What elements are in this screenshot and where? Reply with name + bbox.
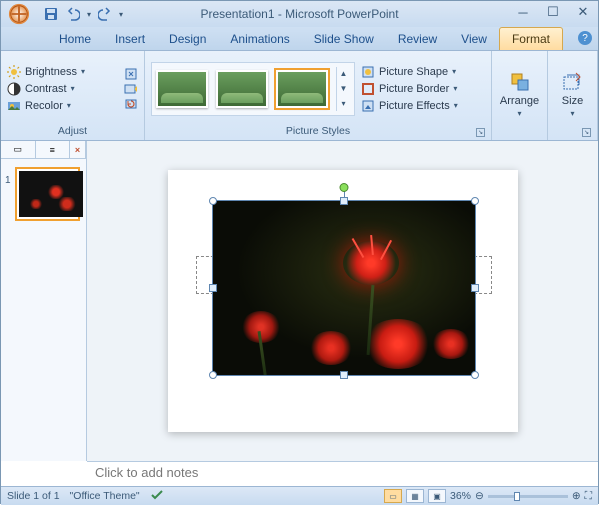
pane-close-icon[interactable]: × <box>70 141 86 158</box>
tab-view[interactable]: View <box>449 28 499 50</box>
size-button[interactable]: Size▾ <box>554 71 591 118</box>
redo-icon[interactable] <box>97 6 113 22</box>
notes-pane[interactable]: Click to add notes <box>87 461 598 486</box>
slide-canvas[interactable] <box>87 141 598 461</box>
arrange-icon <box>509 71 531 93</box>
resize-handle-e[interactable] <box>471 284 479 292</box>
tab-animations[interactable]: Animations <box>218 28 301 50</box>
maximize-button[interactable]: ☐ <box>538 1 568 23</box>
normal-view-button[interactable]: ▭ <box>384 489 402 503</box>
tab-insert[interactable]: Insert <box>103 28 157 50</box>
brightness-button[interactable]: Brightness▾ <box>7 64 85 80</box>
tab-format[interactable]: Format <box>499 27 563 50</box>
resize-handle-w[interactable] <box>209 284 217 292</box>
window-title: Presentation1 - Microsoft PowerPoint <box>200 7 398 21</box>
gallery-scroll[interactable]: ▲▼▾ <box>336 67 350 111</box>
picture-shape-button[interactable]: Picture Shape▾ <box>361 64 458 80</box>
group-label-adjust: Adjust <box>7 124 138 138</box>
contrast-button[interactable]: Contrast▾ <box>7 81 75 97</box>
status-theme: "Office Theme" <box>70 490 140 502</box>
zoom-level[interactable]: 36% <box>450 490 471 502</box>
tab-slideshow[interactable]: Slide Show <box>302 28 386 50</box>
picture-border-label: Picture Border <box>379 83 449 95</box>
style-thumb-3[interactable] <box>276 70 328 108</box>
slides-pane: ▭ ≡ × 1 <box>1 141 87 461</box>
spellcheck-icon[interactable] <box>150 489 164 504</box>
resize-handle-s[interactable] <box>340 371 348 379</box>
change-picture-icon[interactable] <box>124 82 138 96</box>
slide-thumbnail-1[interactable] <box>15 167 80 221</box>
style-thumb-2[interactable] <box>216 70 268 108</box>
outline-tab-icon[interactable]: ≡ <box>36 141 71 158</box>
tab-review[interactable]: Review <box>386 28 449 50</box>
picture-effects-icon <box>361 99 375 113</box>
zoom-out-button[interactable]: ⊖ <box>475 490 484 502</box>
close-button[interactable]: ✕ <box>568 1 598 23</box>
help-icon[interactable]: ? <box>578 31 592 45</box>
ribbon: Brightness▾ Contrast▾ Recolor▾ Adjust <box>1 51 598 141</box>
size-dialog-launcher[interactable]: ↘ <box>582 128 591 137</box>
size-icon <box>562 71 584 93</box>
contrast-icon <box>7 82 21 96</box>
save-icon[interactable] <box>43 6 59 22</box>
title-bar: ▾ ▾ Presentation1 - Microsoft PowerPoint… <box>1 1 598 27</box>
slide <box>168 170 518 432</box>
recolor-icon <box>7 99 21 113</box>
tab-design[interactable]: Design <box>157 28 218 50</box>
brightness-label: Brightness <box>25 66 77 78</box>
quick-access-toolbar: ▾ ▾ <box>37 6 123 22</box>
workspace: ▭ ≡ × 1 <box>1 141 598 461</box>
tab-home[interactable]: Home <box>47 28 103 50</box>
group-adjust: Brightness▾ Contrast▾ Recolor▾ Adjust <box>1 51 145 140</box>
slides-tab-icon[interactable]: ▭ <box>1 141 36 158</box>
minimize-button[interactable]: ─ <box>508 1 538 23</box>
qat-customize-icon[interactable]: ▾ <box>119 10 123 19</box>
slideshow-view-button[interactable]: ▣ <box>428 489 446 503</box>
group-size: Size▾ ↘ <box>548 51 598 140</box>
group-picture-styles: ▲▼▾ Picture Shape▾ Picture Border▾ Pictu… <box>145 51 492 140</box>
resize-handle-se[interactable] <box>471 371 479 379</box>
picture-border-button[interactable]: Picture Border▾ <box>361 81 458 97</box>
office-button[interactable] <box>1 1 37 27</box>
reset-picture-icon[interactable] <box>124 97 138 111</box>
arrange-button[interactable]: Arrange▾ <box>498 71 541 118</box>
arrange-label: Arrange <box>500 95 539 107</box>
compress-pictures-icon[interactable] <box>124 67 138 81</box>
zoom-slider[interactable] <box>488 495 568 498</box>
zoom-in-button[interactable]: ⊕ <box>572 490 581 502</box>
resize-handle-nw[interactable] <box>209 197 217 205</box>
style-thumb-1[interactable] <box>156 70 208 108</box>
inserted-picture[interactable] <box>212 200 476 376</box>
slide-number: 1 <box>5 175 11 186</box>
undo-dropdown-icon[interactable]: ▾ <box>87 10 91 19</box>
picture-effects-label: Picture Effects <box>379 100 450 112</box>
rotation-handle[interactable] <box>339 183 348 192</box>
group-arrange: Arrange▾ <box>492 51 548 140</box>
picture-effects-button[interactable]: Picture Effects▾ <box>361 98 458 114</box>
resize-handle-ne[interactable] <box>471 197 479 205</box>
resize-handle-n[interactable] <box>340 197 348 205</box>
styles-dialog-launcher[interactable]: ↘ <box>476 128 485 137</box>
status-bar: Slide 1 of 1 "Office Theme" ▭ ▦ ▣ 36% ⊖ … <box>1 486 598 505</box>
recolor-label: Recolor <box>25 100 63 112</box>
resize-handle-sw[interactable] <box>209 371 217 379</box>
picture-border-icon <box>361 82 375 96</box>
group-label-styles: Picture Styles↘ <box>151 124 485 138</box>
brightness-icon <box>7 65 21 79</box>
picture-style-gallery[interactable]: ▲▼▾ <box>151 62 355 116</box>
picture-shape-icon <box>361 65 375 79</box>
status-slide: Slide 1 of 1 <box>7 490 60 502</box>
size-label: Size <box>562 95 583 107</box>
undo-icon[interactable] <box>65 6 81 22</box>
ribbon-tabs: Home Insert Design Animations Slide Show… <box>1 27 598 51</box>
picture-shape-label: Picture Shape <box>379 66 448 78</box>
contrast-label: Contrast <box>25 83 67 95</box>
recolor-button[interactable]: Recolor▾ <box>7 98 71 114</box>
sorter-view-button[interactable]: ▦ <box>406 489 424 503</box>
fit-to-window-button[interactable]: ⛶ <box>585 490 592 503</box>
